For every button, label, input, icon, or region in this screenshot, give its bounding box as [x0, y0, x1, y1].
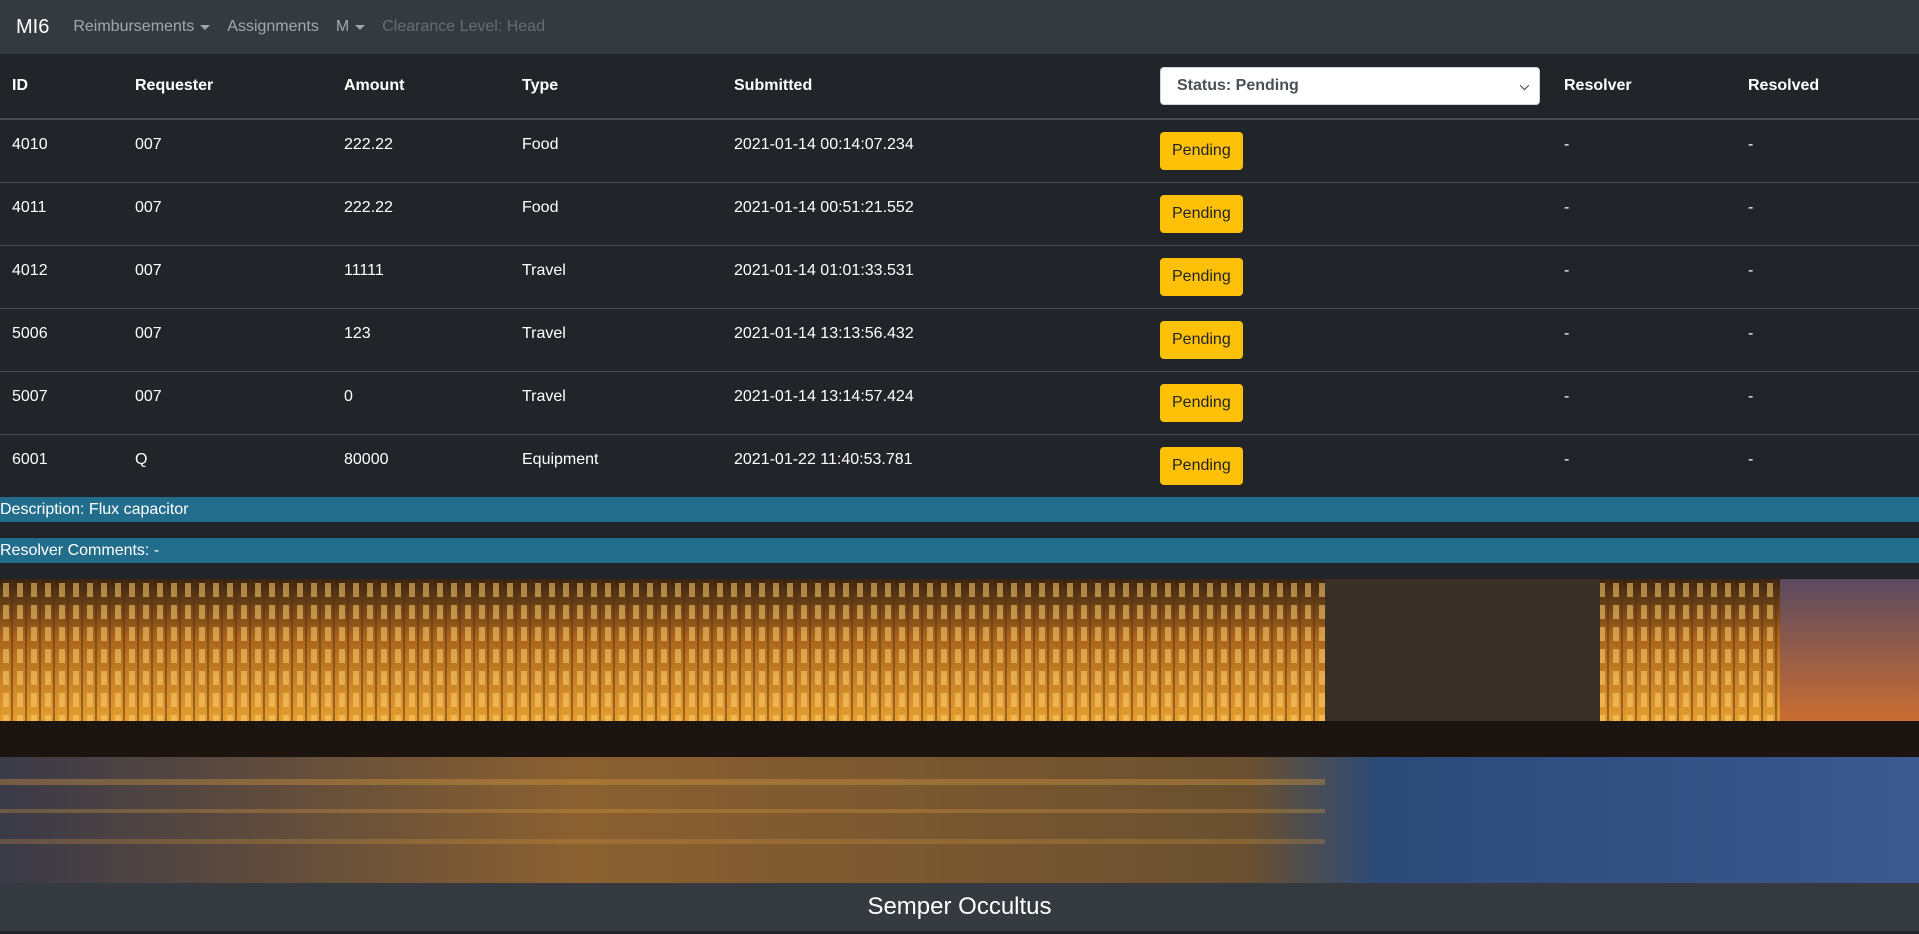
footer-motto: Semper Occultus [867, 893, 1052, 920]
cell-resolved: - [1736, 307, 1919, 371]
cell-submitted: 2021-01-14 00:51:21.552 [722, 181, 1148, 245]
footer: Semper Occultus [0, 883, 1919, 931]
header-submitted: Submitted [722, 54, 1148, 120]
nav-user-dropdown[interactable]: M [335, 18, 366, 36]
cell-resolver: - [1552, 244, 1736, 308]
header-resolved: Resolved [1736, 54, 1919, 120]
cell-id: 5007 [0, 370, 123, 434]
nav-user-label: M [335, 18, 350, 35]
cell-resolved: - [1736, 370, 1919, 434]
navbar: MI6 Reimbursements Assignments M Clearan… [0, 0, 1919, 54]
status-filter-value: Status: Pending [1177, 77, 1299, 94]
cell-resolved: - [1736, 181, 1919, 245]
cell-amount: 80000 [332, 433, 510, 497]
cell-status: Pending [1148, 433, 1552, 497]
cell-requester: 007 [123, 307, 332, 371]
cell-submitted: 2021-01-14 00:14:07.234 [722, 118, 1148, 182]
table-row[interactable]: 4011 007 222.22 Food 2021-01-14 00:51:21… [0, 181, 1919, 245]
cell-submitted: 2021-01-14 13:14:57.424 [722, 370, 1148, 434]
cell-amount: 123 [332, 307, 510, 371]
cell-requester: 007 [123, 244, 332, 308]
table-row[interactable]: 5006 007 123 Travel 2021-01-14 13:13:56.… [0, 307, 1919, 371]
nav-assignments[interactable]: Assignments [227, 18, 319, 36]
header-requester: Requester [123, 54, 332, 120]
cell-resolved: - [1736, 118, 1919, 182]
cell-id: 4011 [0, 181, 123, 245]
header-amount: Amount [332, 54, 510, 120]
cell-resolved: - [1736, 433, 1919, 497]
cell-type: Travel [510, 307, 722, 371]
pending-button[interactable]: Pending [1160, 194, 1243, 233]
table-row[interactable]: 4012 007 11111 Travel 2021-01-14 01:01:3… [0, 244, 1919, 308]
cell-amount: 222.22 [332, 181, 510, 245]
cell-status: Pending [1148, 307, 1552, 371]
cell-resolver: - [1552, 181, 1736, 245]
brand-logo[interactable]: MI6 [16, 16, 49, 39]
cell-type: Food [510, 118, 722, 182]
status-filter-select[interactable]: Status: Pending ⌵ [1160, 67, 1540, 105]
table-header-row: ID Requester Amount Type Submitted Statu… [0, 54, 1919, 120]
cell-id: 6001 [0, 433, 123, 497]
pending-button[interactable]: Pending [1160, 132, 1243, 170]
cell-type: Travel [510, 244, 722, 308]
cell-requester: 007 [123, 181, 332, 245]
nav-reimbursements-dropdown[interactable]: Reimbursements [73, 18, 211, 36]
cell-amount: 0 [332, 370, 510, 434]
cell-resolver: - [1552, 307, 1736, 371]
table-row[interactable]: 4010 007 222.22 Food 2021-01-14 00:14:07… [0, 118, 1919, 182]
cell-requester: 007 [123, 118, 332, 182]
table-row[interactable]: 5007 007 0 Travel 2021-01-14 13:14:57.42… [0, 370, 1919, 434]
westminster-illustration [0, 579, 1919, 883]
header-type: Type [510, 54, 722, 120]
pending-button[interactable]: Pending [1160, 257, 1243, 296]
cell-status: Pending [1148, 244, 1552, 308]
caret-down-icon [355, 24, 366, 30]
header-resolver: Resolver [1552, 54, 1736, 120]
cell-type: Equipment [510, 433, 722, 497]
nav-reimbursements-label: Reimbursements [73, 18, 195, 35]
cell-resolver: - [1552, 433, 1736, 497]
resolver-comments-bar: Resolver Comments: - [0, 538, 1919, 563]
table-row[interactable]: 6001 Q 80000 Equipment 2021-01-22 11:40:… [0, 433, 1919, 497]
cell-resolved: - [1736, 244, 1919, 308]
spacer [0, 563, 1919, 579]
chevron-down-icon: ⌵ [1519, 78, 1529, 93]
cell-status: Pending [1148, 118, 1552, 182]
pending-button[interactable]: Pending [1160, 446, 1243, 485]
westminster-banner-image [0, 579, 1919, 883]
cell-status: Pending [1148, 181, 1552, 245]
cell-id: 4010 [0, 118, 123, 182]
cell-amount: 11111 [332, 244, 510, 308]
cell-submitted: 2021-01-14 13:13:56.432 [722, 307, 1148, 371]
cell-requester: Q [123, 433, 332, 497]
clearance-level: Clearance Level: Head [382, 18, 545, 35]
header-id: ID [0, 54, 123, 120]
pending-button[interactable]: Pending [1160, 383, 1243, 422]
header-status: Status: Pending ⌵ [1148, 54, 1552, 120]
cell-type: Travel [510, 370, 722, 434]
cell-id: 4012 [0, 244, 123, 308]
pending-button[interactable]: Pending [1160, 320, 1243, 359]
cell-resolver: - [1552, 118, 1736, 182]
cell-submitted: 2021-01-14 01:01:33.531 [722, 244, 1148, 308]
cell-id: 5006 [0, 307, 123, 371]
description-bar: Description: Flux capacitor [0, 497, 1919, 522]
cell-submitted: 2021-01-22 11:40:53.781 [722, 433, 1148, 497]
cell-type: Food [510, 181, 722, 245]
spacer [0, 522, 1919, 538]
reimbursements-table: ID Requester Amount Type Submitted Statu… [0, 54, 1919, 497]
caret-down-icon [200, 24, 211, 30]
cell-requester: 007 [123, 370, 332, 434]
cell-status: Pending [1148, 370, 1552, 434]
cell-resolver: - [1552, 370, 1736, 434]
cell-amount: 222.22 [332, 118, 510, 182]
